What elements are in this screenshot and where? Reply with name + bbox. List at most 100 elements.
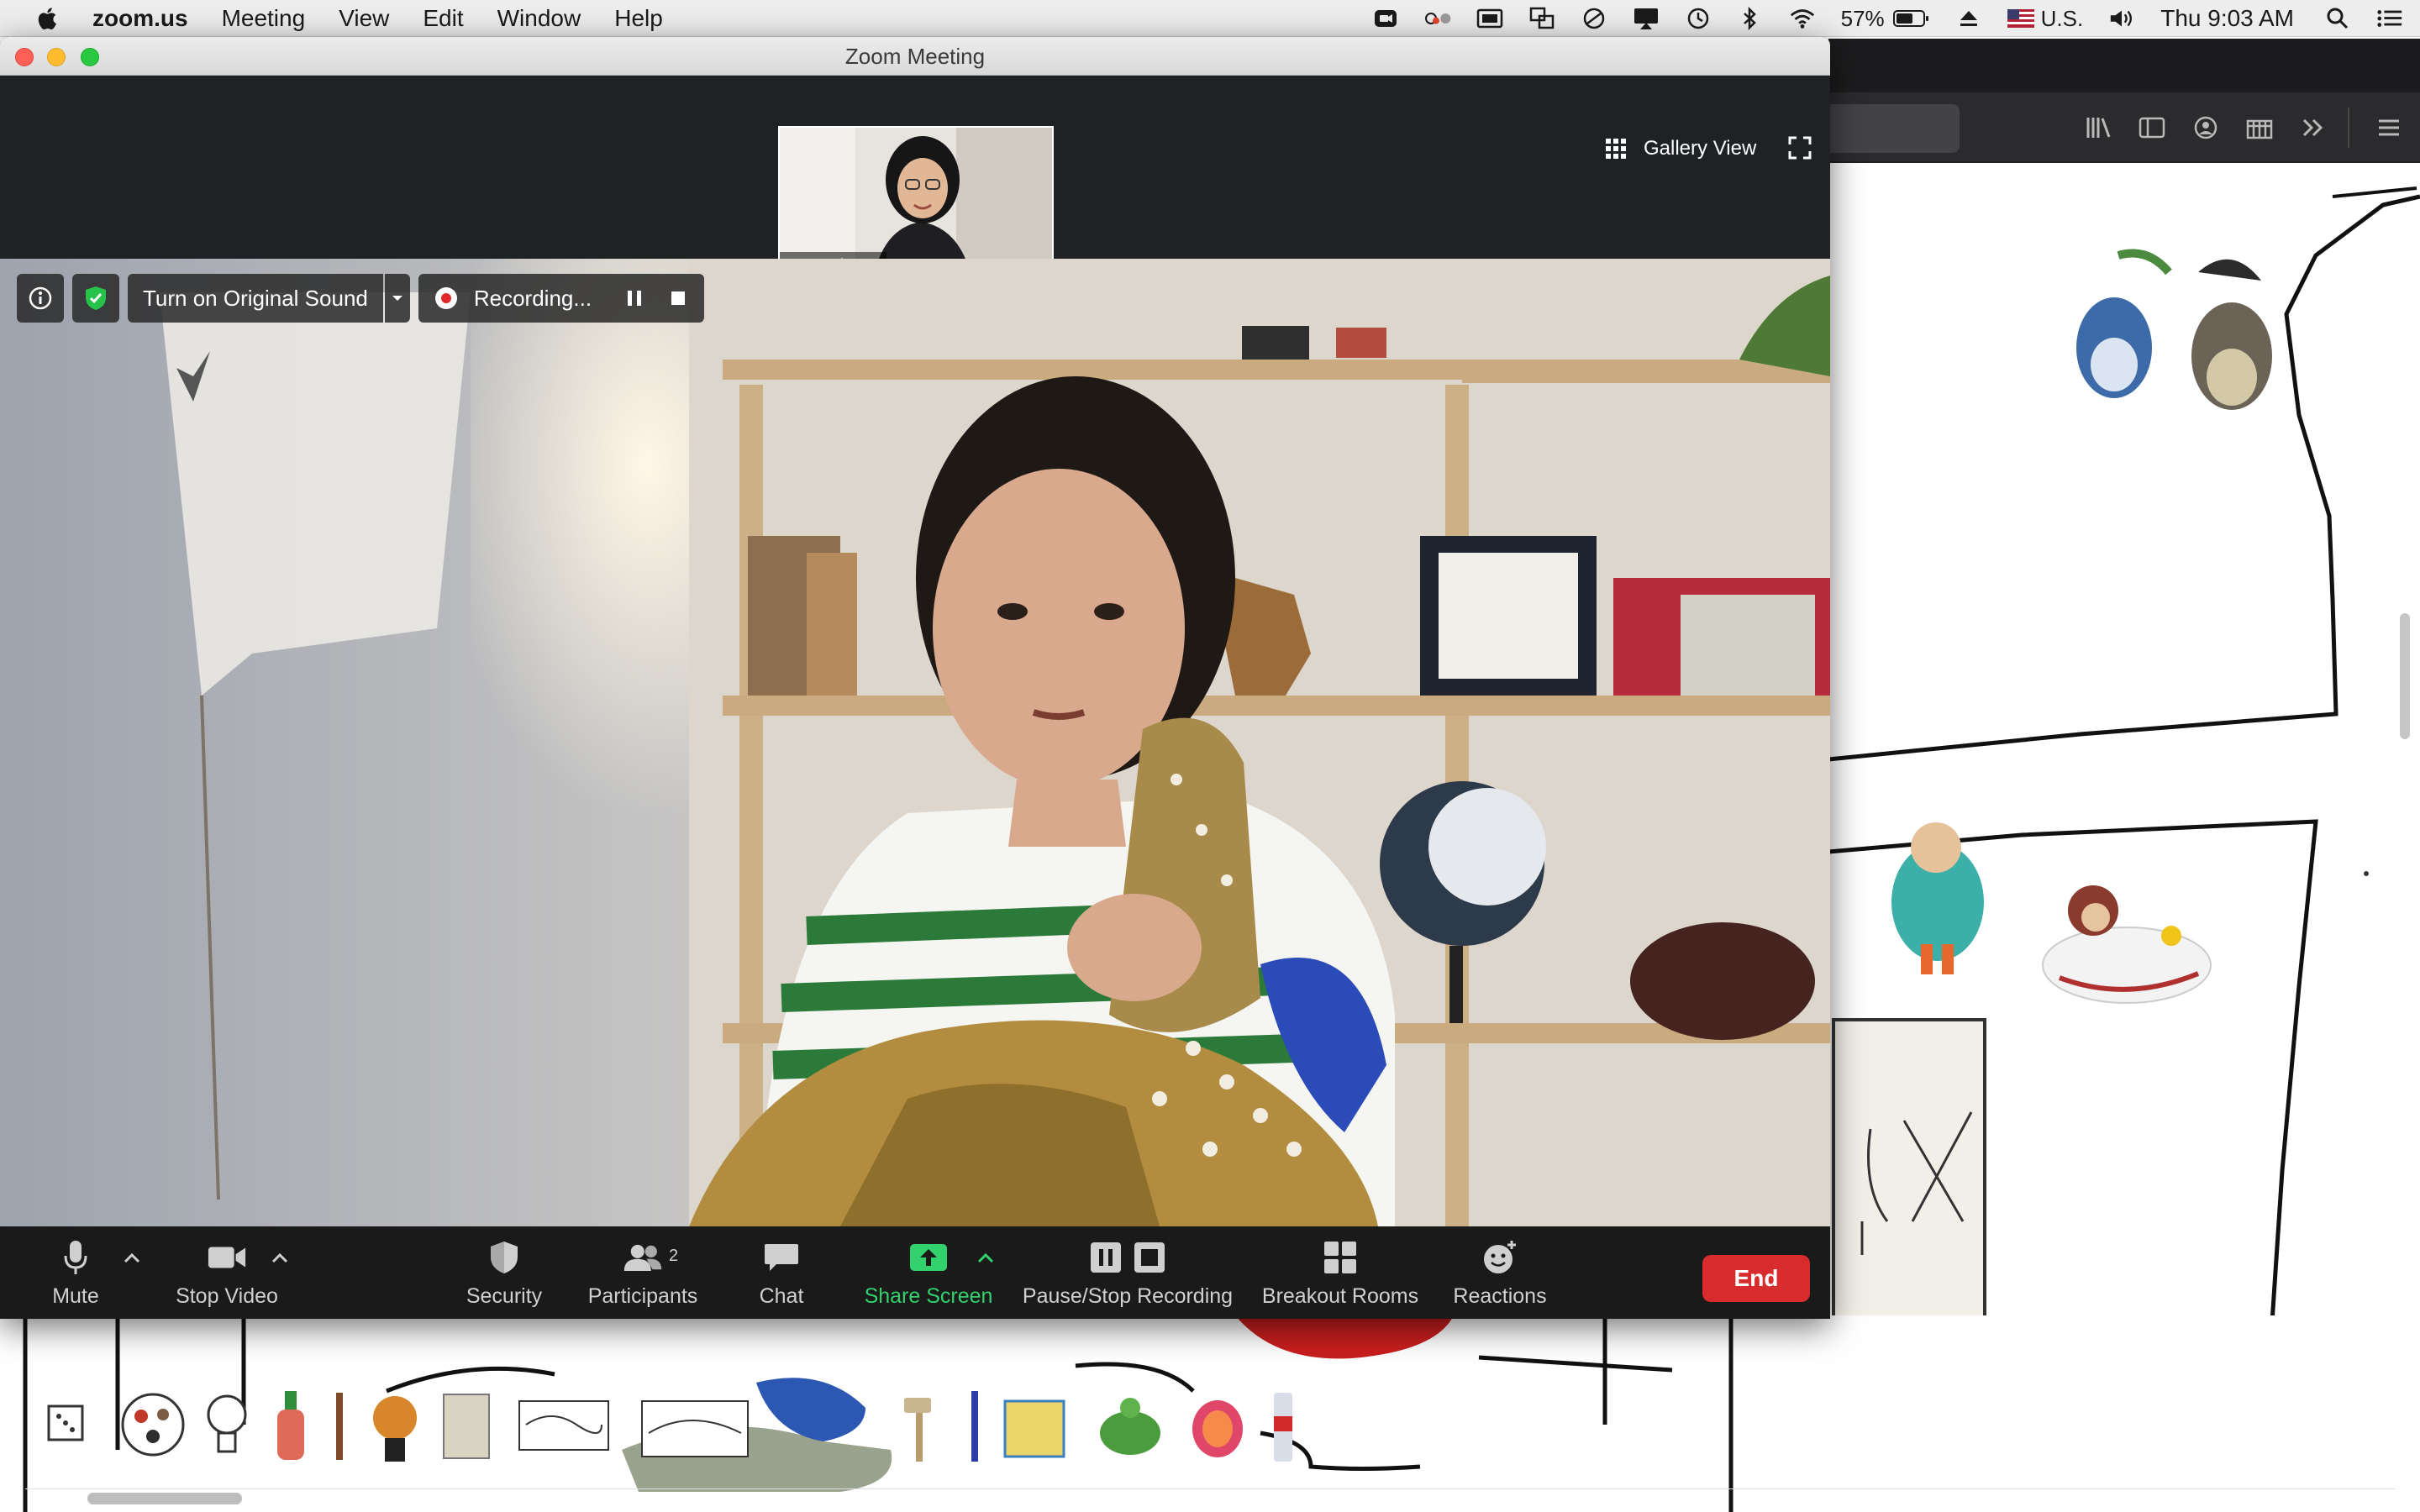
menu-help[interactable]: Help: [614, 5, 663, 32]
do-not-disturb-icon[interactable]: [1581, 7, 1607, 30]
original-sound-button[interactable]: Turn on Original Sound: [128, 274, 383, 323]
menu-view[interactable]: View: [339, 5, 389, 32]
video-overlay-controls: Turn on Original Sound Recording...: [17, 274, 713, 323]
chat-label: Chat: [759, 1284, 804, 1308]
pause-stop-recording-button[interactable]: Pause/Stop Recording: [1017, 1230, 1239, 1319]
turtle-sticker: [1092, 1396, 1168, 1463]
breakout-rooms-button[interactable]: Breakout Rooms: [1260, 1230, 1420, 1319]
stop-recording-icon[interactable]: [669, 289, 687, 307]
recording-indicator: Recording...: [418, 274, 705, 323]
zoom-status-icon[interactable]: [1372, 7, 1399, 30]
reactions-smiley-icon: [1484, 1241, 1516, 1273]
monkey-bath-sticker: [2042, 885, 2212, 1004]
stop-video-label: Stop Video: [176, 1284, 278, 1308]
apple-menu-icon[interactable]: [34, 4, 62, 33]
bluetooth-icon[interactable]: [1737, 7, 1764, 30]
windows-icon[interactable]: [1528, 7, 1555, 30]
totoro-figure-sticker: [2076, 249, 2172, 398]
screen-icon[interactable]: [1476, 7, 1503, 30]
pause-stop-recording-icon: [1091, 1242, 1165, 1273]
menu-bar: zoom.us Meeting View Edit Window Help 57…: [0, 0, 2420, 37]
minimize-window-button[interactable]: [47, 48, 66, 66]
flag-us-icon[interactable]: [2007, 7, 2034, 30]
fullscreen-icon[interactable]: [1788, 136, 1812, 160]
participants-icon: [623, 1244, 662, 1271]
menu-edit[interactable]: Edit: [423, 5, 463, 32]
book-sticker: [442, 1393, 491, 1460]
window-title: Zoom Meeting: [844, 44, 986, 69]
audio-options-chevron-icon[interactable]: [123, 1252, 141, 1265]
pause-recording-icon[interactable]: [625, 289, 644, 307]
totoro-umbrella-sticker: [2191, 259, 2272, 410]
page-vertical-scrollbar[interactable]: [2400, 613, 2410, 739]
close-window-button[interactable]: [15, 48, 34, 66]
menu-app-name[interactable]: zoom.us: [92, 5, 188, 32]
toolbar-divider: [2348, 108, 2349, 148]
sketch-card-sticker: [640, 1399, 750, 1458]
encryption-shield-button[interactable]: [72, 274, 119, 323]
security-button[interactable]: Security: [454, 1230, 555, 1319]
eject-icon[interactable]: [1955, 7, 1982, 30]
input-source-label[interactable]: U.S.: [2041, 6, 2084, 32]
soda-can-sticker: [1270, 1391, 1296, 1463]
sidebar-icon[interactable]: [2138, 113, 2166, 142]
stop-video-button[interactable]: Stop Video: [168, 1230, 286, 1319]
grid-icon: [1606, 139, 1626, 159]
end-meeting-button[interactable]: End: [1702, 1255, 1810, 1302]
share-options-chevron-icon[interactable]: [976, 1252, 995, 1265]
reactions-button[interactable]: Reactions: [1445, 1230, 1555, 1319]
horizontal-scrollbar-thumb[interactable]: [87, 1493, 242, 1504]
spotlight-search-icon[interactable]: [2324, 7, 2351, 30]
record-dot-icon: [434, 287, 457, 309]
chat-button[interactable]: Chat: [739, 1230, 823, 1319]
notification-center-icon[interactable]: [2376, 7, 2403, 30]
browser-titlebar: [1828, 39, 2420, 92]
participants-label: Participants: [587, 1284, 698, 1308]
share-screen-icon: [910, 1244, 947, 1271]
participants-button[interactable]: Participants 2: [580, 1230, 706, 1319]
time-machine-icon[interactable]: [1685, 7, 1712, 30]
browser-toolbar: [1828, 92, 2420, 163]
gallery-view-label: Gallery View: [1644, 137, 1757, 160]
hamburger-menu-icon[interactable]: [2375, 113, 2403, 142]
drawing-card-sticker: [518, 1399, 610, 1452]
speaker-video-frame: [0, 259, 1830, 1226]
library-icon[interactable]: [2084, 113, 2112, 142]
browser-page-content: [1828, 163, 2420, 1512]
overflow-chevron-icon[interactable]: [2299, 113, 2328, 142]
menu-meeting[interactable]: Meeting: [222, 5, 306, 32]
meeting-controls-toolbar: Mute Stop Video Security Participants 2 …: [0, 1230, 1830, 1319]
reactions-label: Reactions: [1453, 1284, 1547, 1308]
pink-gem-sticker: [1188, 1398, 1247, 1460]
volume-icon[interactable]: [2108, 7, 2135, 30]
active-speaker-video[interactable]: [0, 259, 1830, 1226]
pause-stop-recording-label: Pause/Stop Recording: [1022, 1284, 1234, 1308]
zoom-meeting-window: Zoom Meeting Kay Liang Gallery View: [0, 37, 1830, 1319]
airplay-icon[interactable]: [1633, 7, 1660, 30]
mute-label: Mute: [52, 1284, 99, 1308]
gumball-machine-sticker: [370, 1393, 420, 1465]
spinner-wheel-sticker: [119, 1391, 187, 1458]
window-titlebar[interactable]: Zoom Meeting: [0, 37, 1830, 76]
original-sound-dropdown[interactable]: [384, 274, 410, 323]
participants-count: 2: [669, 1247, 679, 1265]
browser-url-bar[interactable]: [1828, 104, 1960, 153]
wifi-icon[interactable]: [1789, 7, 1816, 30]
video-options-chevron-icon[interactable]: [271, 1252, 289, 1265]
breakout-rooms-label: Breakout Rooms: [1261, 1284, 1419, 1308]
clock[interactable]: Thu 9:03 AM: [2160, 5, 2294, 32]
extension-icon[interactable]: [2245, 113, 2274, 142]
share-screen-button[interactable]: Share Screen: [857, 1230, 1000, 1319]
sticker-strip: [0, 1315, 2420, 1512]
status-area: 57% U.S. Thu 9:03 AM: [1372, 0, 2420, 37]
lightbulb-sticker: [203, 1393, 250, 1460]
gallery-view-button[interactable]: Gallery View: [1605, 131, 1756, 166]
creative-cloud-icon[interactable]: [1424, 7, 1451, 30]
account-icon[interactable]: [2191, 113, 2220, 142]
battery-icon[interactable]: [1892, 7, 1930, 30]
mute-button[interactable]: Mute: [42, 1230, 109, 1319]
meeting-info-button[interactable]: [17, 274, 64, 323]
share-screen-label: Share Screen: [864, 1284, 993, 1308]
menu-window[interactable]: Window: [497, 5, 581, 32]
maximize-window-button[interactable]: [81, 48, 99, 66]
